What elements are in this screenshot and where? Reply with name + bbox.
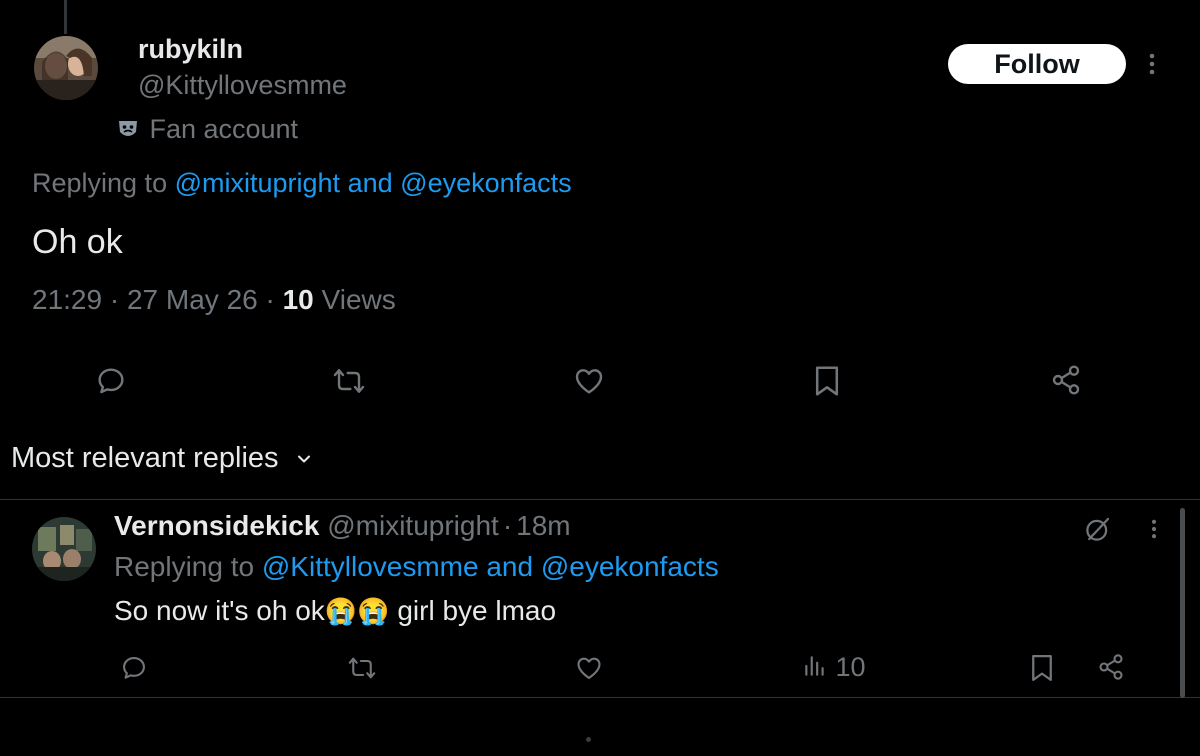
views-icon <box>805 656 824 676</box>
mention-link[interactable]: @mixitupright <box>175 168 340 198</box>
share-icon[interactable] <box>1050 364 1082 396</box>
views-count: 10 <box>835 652 866 682</box>
like-icon[interactable] <box>574 654 604 682</box>
grok-icon[interactable] <box>1083 514 1113 544</box>
scrollbar[interactable] <box>1180 508 1185 698</box>
tweet-time[interactable]: 21:29 <box>32 284 102 315</box>
tweet-meta: 21:29 · 27 May 26 · 10 Views <box>32 284 396 316</box>
masks-icon <box>119 120 137 136</box>
replying-to: Replying to @mixitupright and @eyekonfac… <box>32 168 572 199</box>
display-name[interactable]: rubykiln <box>138 34 243 65</box>
replying-prefix: Replying to <box>114 551 255 582</box>
divider <box>0 697 1200 698</box>
bookmark-icon[interactable] <box>813 364 841 398</box>
thread-connector-line <box>64 0 67 34</box>
tweet-date[interactable]: 27 May 26 <box>127 284 258 315</box>
crying-emoji: 😭 <box>357 596 390 626</box>
fan-account-label: Fan account <box>117 114 298 145</box>
reply-text-after: girl bye lmao <box>397 595 557 626</box>
tweet-text: Oh ok <box>32 223 123 261</box>
more-options-icon[interactable] <box>1145 516 1163 542</box>
more-options-icon[interactable] <box>1142 50 1162 78</box>
display-name[interactable]: Vernonsidekick <box>114 510 319 541</box>
mention-and: and <box>486 551 534 582</box>
crying-emoji: 😭 <box>324 596 358 626</box>
reply-icon[interactable] <box>120 654 148 682</box>
user-handle[interactable]: @Kittyllovesmme <box>138 70 347 101</box>
separator-dot: · <box>109 284 120 315</box>
separator-dot: · <box>265 284 275 315</box>
views-label: Views <box>321 284 396 315</box>
mention-link[interactable]: @Kittyllovesmme <box>262 551 479 582</box>
avatar[interactable] <box>32 517 96 581</box>
reply-icon[interactable] <box>95 365 127 397</box>
views-button[interactable]: 10 <box>802 652 866 683</box>
sort-replies-dropdown[interactable]: Most relevant replies <box>11 442 313 475</box>
share-icon[interactable] <box>1097 653 1125 681</box>
follow-button[interactable]: Follow <box>948 44 1126 84</box>
views-count: 10 <box>282 284 314 315</box>
mention-link[interactable]: @eyekonfacts <box>541 551 719 582</box>
mention-and: and <box>347 168 393 198</box>
mention-link[interactable]: @eyekonfacts <box>400 168 572 198</box>
replying-to: Replying to @Kittyllovesmme and @eyekonf… <box>114 551 719 583</box>
divider <box>0 499 1200 500</box>
avatar[interactable] <box>34 36 98 100</box>
separator-dot: · <box>502 510 513 541</box>
retweet-icon[interactable] <box>332 365 366 397</box>
bookmark-icon[interactable] <box>1029 653 1055 683</box>
reply-text: So now it's oh ok😭😭 girl bye lmao <box>114 595 556 627</box>
replying-prefix: Replying to <box>32 168 168 198</box>
reply-header: Vernonsidekick @mixitupright · 18m <box>114 510 571 542</box>
reply-time[interactable]: 18m <box>516 510 570 541</box>
fan-account-text: Fan account <box>149 114 299 144</box>
user-handle[interactable]: @mixitupright <box>327 510 499 541</box>
reply-text-before: So now it's oh ok <box>114 595 325 626</box>
retweet-icon[interactable] <box>347 654 377 682</box>
like-icon[interactable] <box>572 365 606 397</box>
sort-label: Most relevant replies <box>11 442 279 474</box>
loading-dot <box>586 737 591 742</box>
chevron-down-icon <box>297 455 310 463</box>
